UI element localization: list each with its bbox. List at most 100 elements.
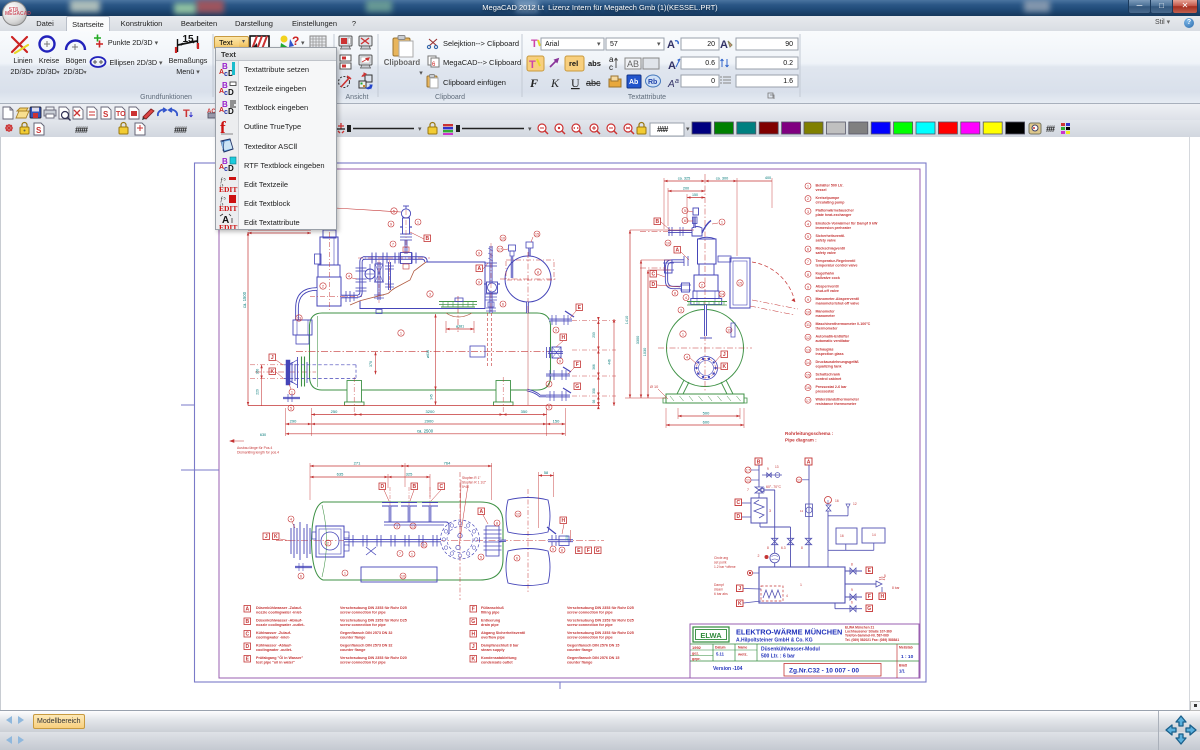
svg-text:Behälter 500 Ltr.: Behälter 500 Ltr. bbox=[816, 184, 844, 188]
svg-text:Dampf: Dampf bbox=[714, 583, 724, 587]
svg-text:Entleerung: Entleerung bbox=[481, 619, 500, 623]
svg-text:overflow pipe: overflow pipe bbox=[481, 636, 505, 640]
svg-text:B: B bbox=[425, 236, 429, 242]
svg-text:▾: ▾ bbox=[657, 41, 661, 48]
svg-text:9: 9 bbox=[807, 297, 809, 302]
svg-text:2900: 2900 bbox=[425, 419, 435, 424]
svg-text:Abgang Sicherheitsventil: Abgang Sicherheitsventil bbox=[481, 631, 525, 635]
svg-text:screw connection for pi: screw connection for pipe bbox=[567, 611, 613, 615]
svg-text:T: T bbox=[531, 38, 538, 50]
svg-text:6: 6 bbox=[807, 247, 809, 252]
svg-text:3: 3 bbox=[807, 209, 809, 214]
svg-text:U: U bbox=[571, 76, 580, 90]
svg-text:K: K bbox=[274, 534, 278, 540]
svg-text:MegaCAD--> Clipboard: MegaCAD--> Clipboard bbox=[443, 58, 521, 67]
svg-text:Dampfanschluß 8 bar: Dampfanschluß 8 bar bbox=[481, 644, 519, 648]
svg-text:pressostat: pressostat bbox=[816, 390, 835, 394]
svg-text:Verschraubung DIN 2353 für Roh: Verschraubung DIN 2353 für Rohr D25 bbox=[567, 606, 634, 610]
svg-text:###: ### bbox=[657, 125, 669, 134]
svg-text:14: 14 bbox=[872, 533, 876, 537]
svg-text:3: 3 bbox=[769, 509, 771, 513]
svg-text:15: 15 bbox=[806, 373, 810, 378]
svg-text:13: 13 bbox=[775, 465, 779, 469]
svg-text:1: 1 bbox=[344, 571, 346, 576]
svg-text:0.6: 0.6 bbox=[705, 60, 715, 67]
svg-text:1 : 10: 1 : 10 bbox=[901, 654, 914, 660]
svg-text:4: 4 bbox=[685, 295, 688, 300]
svg-text:8: 8 bbox=[807, 272, 809, 277]
svg-text:Menü ▾: Menü ▾ bbox=[176, 67, 200, 76]
svg-text:D: D bbox=[228, 164, 234, 173]
svg-text:A.Hilpoltsteiner GmbH & Co. KG: A.Hilpoltsteiner GmbH & Co. KG bbox=[736, 638, 813, 644]
svg-text:D: D bbox=[228, 107, 234, 116]
svg-text:abc: abc bbox=[586, 78, 601, 88]
svg-text:400: 400 bbox=[765, 176, 771, 180]
svg-text:A: A bbox=[675, 247, 679, 253]
svg-text:15: 15 bbox=[738, 281, 742, 286]
svg-text:Arial: Arial bbox=[545, 41, 559, 48]
svg-text:500 Ltr. : 6 bar: 500 Ltr. : 6 bar bbox=[761, 654, 795, 660]
svg-text:K: K bbox=[270, 369, 274, 375]
svg-text:8: 8 bbox=[548, 382, 550, 387]
svg-text:ø630: ø630 bbox=[426, 350, 430, 358]
svg-text:nozzle coolingwater -outlet-: nozzle coolingwater -outlet- bbox=[256, 623, 305, 627]
svg-text:E: E bbox=[577, 548, 581, 554]
svg-text:Stopfen R 1 1/2": Stopfen R 1 1/2" bbox=[462, 481, 487, 485]
svg-text:B: B bbox=[245, 619, 249, 625]
svg-text:8 bar: 8 bar bbox=[892, 586, 900, 590]
svg-text:1: 1 bbox=[417, 220, 419, 225]
svg-text:1410: 1410 bbox=[625, 316, 629, 324]
svg-text:Automatik-Entlüfter: Automatik-Entlüfter bbox=[816, 335, 850, 339]
svg-text:271: 271 bbox=[354, 461, 361, 466]
svg-text:C: C bbox=[245, 631, 249, 637]
svg-text:J: J bbox=[738, 586, 741, 592]
svg-text:J: J bbox=[271, 355, 274, 361]
svg-text:8: 8 bbox=[674, 291, 676, 296]
svg-text:Maschinenthermometer 0-100°C: Maschinenthermometer 0-100°C bbox=[816, 322, 871, 326]
svg-text:ELWA: ELWA bbox=[700, 631, 722, 640]
svg-text:▾: ▾ bbox=[419, 70, 423, 77]
svg-text:abs: abs bbox=[588, 59, 601, 68]
svg-text:Dismantling length for pos.4: Dismantling length for pos.4 bbox=[237, 451, 279, 455]
svg-text:G: G bbox=[596, 548, 600, 554]
svg-text:Bögen: Bögen bbox=[66, 56, 87, 65]
svg-text:Clipboard einfügen: Clipboard einfügen bbox=[443, 78, 506, 87]
svg-text:9: 9 bbox=[390, 222, 392, 227]
svg-text:20: 20 bbox=[707, 41, 715, 48]
svg-text:K: K bbox=[471, 656, 475, 662]
svg-text:4: 4 bbox=[807, 221, 810, 226]
svg-text:6.3: 6.3 bbox=[781, 546, 786, 550]
svg-text:c: c bbox=[609, 63, 613, 72]
svg-text:thermometer: thermometer bbox=[816, 327, 839, 331]
svg-text:ELEKTRO-WÄRME MÜNCHEN: ELEKTRO-WÄRME MÜNCHEN bbox=[736, 628, 842, 637]
svg-text:A: A bbox=[245, 606, 249, 612]
svg-text:446: 446 bbox=[608, 359, 612, 365]
svg-text:366: 366 bbox=[592, 364, 596, 370]
svg-text:15: 15 bbox=[535, 232, 539, 237]
svg-text:7: 7 bbox=[399, 551, 401, 556]
svg-text:630: 630 bbox=[260, 433, 266, 437]
svg-text:plate heat-exchanger: plate heat-exchanger bbox=[816, 213, 853, 217]
svg-text:H: H bbox=[880, 594, 884, 600]
svg-text:###: ### bbox=[174, 125, 187, 135]
svg-text:325: 325 bbox=[406, 472, 413, 477]
svg-text:manometer: manometer bbox=[816, 314, 836, 318]
svg-text:D: D bbox=[228, 88, 234, 97]
svg-text:ca. 325: ca. 325 bbox=[678, 177, 690, 181]
svg-text:K: K bbox=[550, 76, 560, 90]
svg-text:16: 16 bbox=[840, 534, 844, 538]
svg-text:3300: 3300 bbox=[636, 336, 640, 344]
svg-text:Zg.Nr.C32 - 10 007 - 00: Zg.Nr.C32 - 10 007 - 00 bbox=[789, 668, 859, 675]
svg-text:Gegenflansch DIN 2576 DN 15: Gegenflansch DIN 2576 DN 15 bbox=[567, 644, 619, 648]
svg-text:9: 9 bbox=[807, 284, 809, 289]
svg-text:▾: ▾ bbox=[597, 41, 601, 48]
svg-text:G: G bbox=[575, 384, 579, 390]
svg-text:Kreise: Kreise bbox=[39, 56, 59, 65]
svg-text:Kugelhahn: Kugelhahn bbox=[816, 272, 835, 276]
svg-text:E: E bbox=[868, 568, 872, 574]
svg-text:5: 5 bbox=[290, 406, 292, 411]
svg-text:9: 9 bbox=[478, 280, 480, 285]
svg-text:5: 5 bbox=[884, 574, 886, 578]
svg-text:rel: rel bbox=[569, 59, 578, 68]
svg-text:Schauglas: Schauglas bbox=[816, 347, 834, 351]
